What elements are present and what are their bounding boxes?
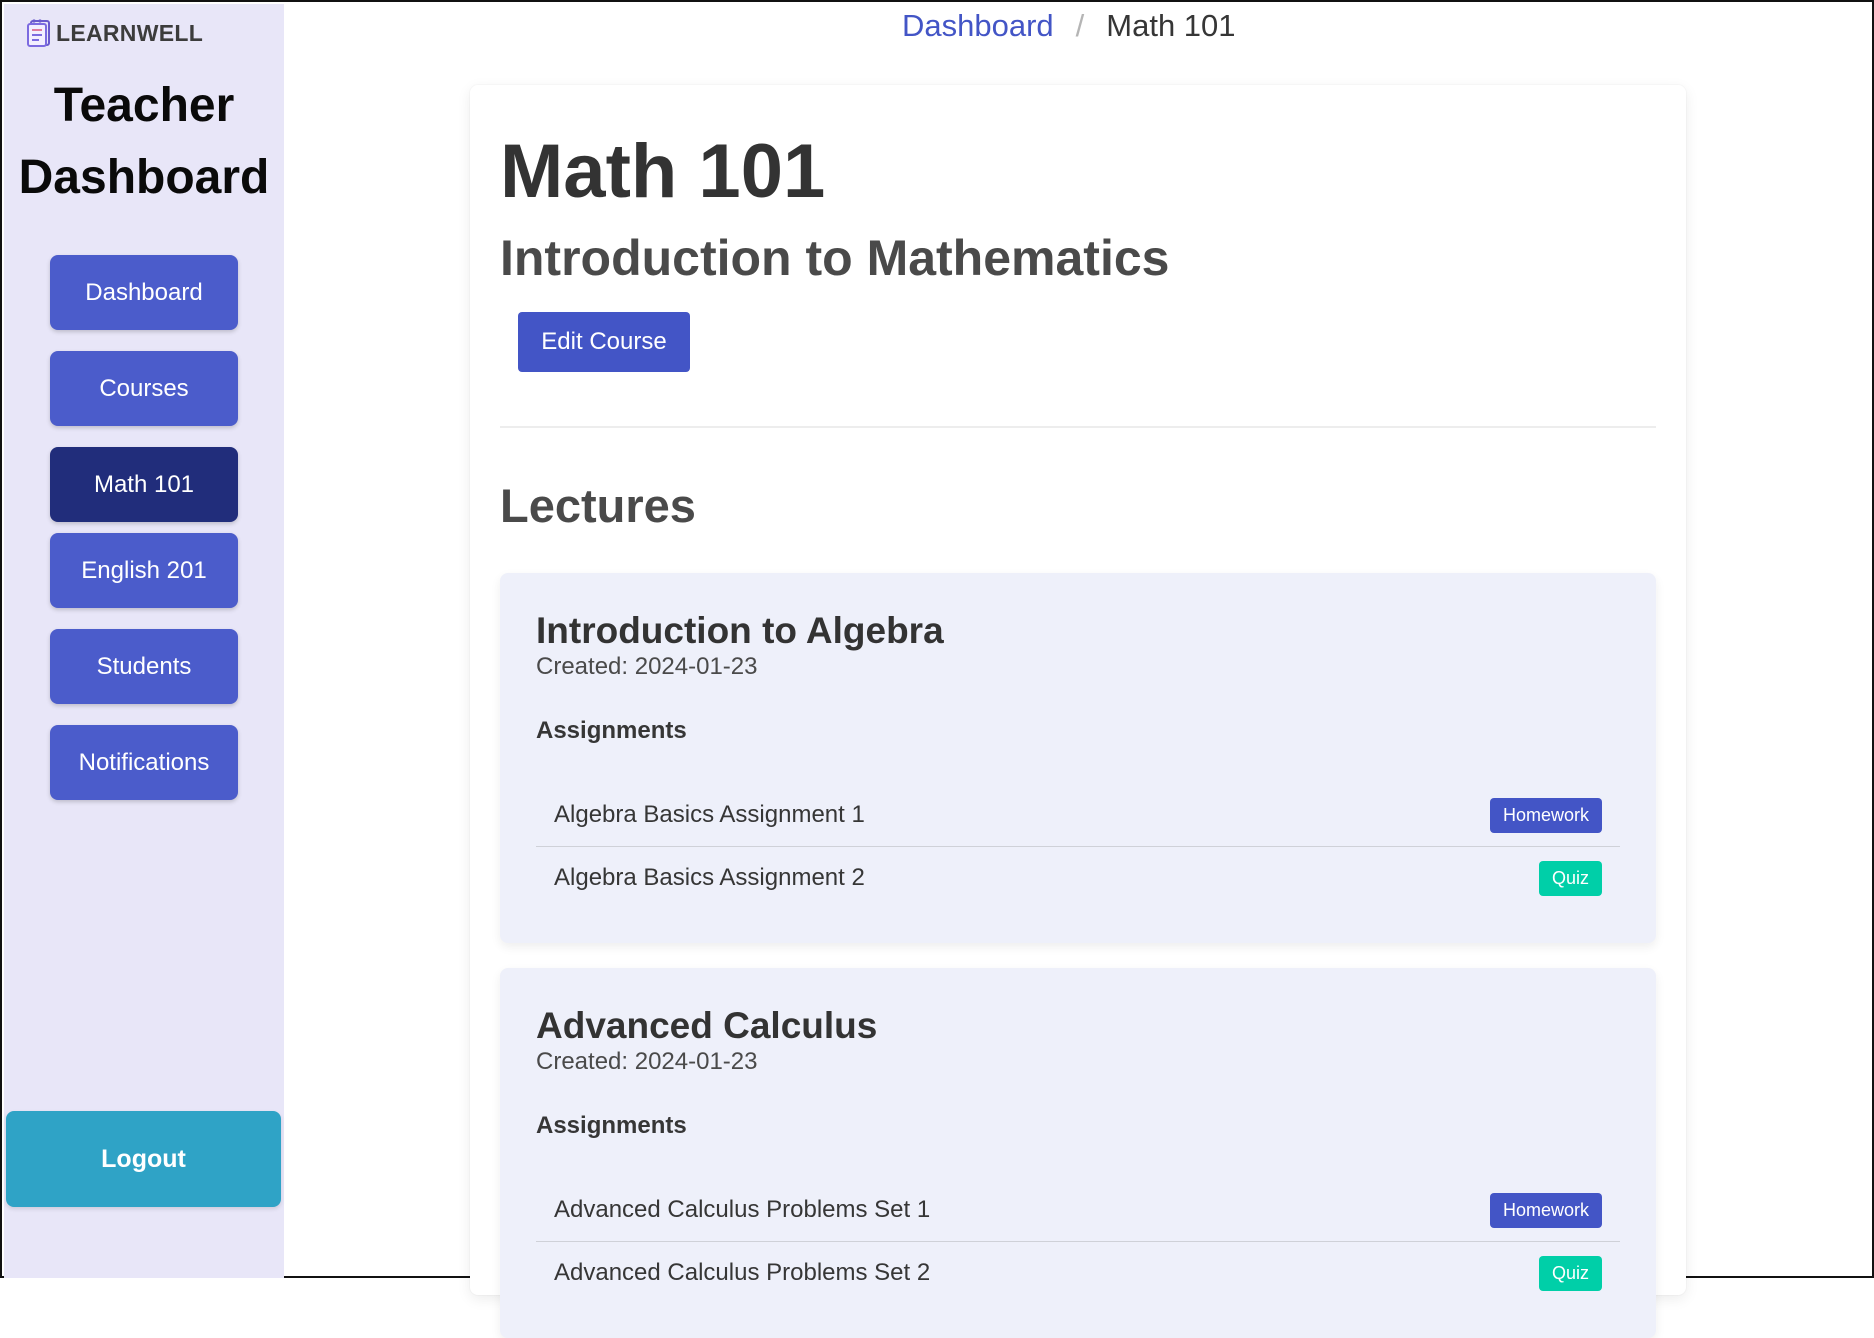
assignment-row[interactable]: Advanced Calculus Problems Set 2 Quiz	[536, 1243, 1620, 1305]
breadcrumb-separator: /	[1075, 8, 1085, 43]
notebook-icon	[26, 18, 52, 48]
page-title: Math 101	[500, 129, 826, 214]
sidebar-item-students[interactable]: Students	[50, 629, 238, 704]
assignment-row[interactable]: Algebra Basics Assignment 2 Quiz	[536, 848, 1620, 910]
assignments-heading: Assignments	[536, 1112, 687, 1139]
assignment-name[interactable]: Advanced Calculus Problems Set 1	[554, 1194, 930, 1226]
sidebar-title: Teacher Dashboard	[4, 70, 284, 214]
quiz-tag: Quiz	[1538, 1256, 1602, 1291]
logout-button[interactable]: Logout	[6, 1111, 281, 1207]
lecture-created-date: Created: 2024-01-23	[536, 653, 758, 680]
section-divider	[500, 426, 1656, 428]
lectures-heading: Lectures	[500, 479, 696, 532]
sidebar-title-line1: Teacher	[53, 79, 235, 132]
breadcrumb-current: Math 101	[1106, 8, 1236, 43]
lecture-title[interactable]: Advanced Calculus	[536, 1004, 877, 1048]
brand-logo[interactable]: LEARNWELL	[26, 18, 203, 48]
breadcrumb-link-dashboard[interactable]: Dashboard	[902, 8, 1054, 44]
assignment-name[interactable]: Algebra Basics Assignment 2	[554, 862, 865, 894]
homework-tag: Homework	[1489, 798, 1602, 833]
assignment-name[interactable]: Algebra Basics Assignment 1	[554, 799, 865, 831]
edit-course-button[interactable]: Edit Course	[518, 312, 690, 372]
sidebar-title-line2: Dashboard	[18, 151, 270, 204]
assignment-row[interactable]: Algebra Basics Assignment 1 Homework	[536, 785, 1620, 847]
assignments-heading: Assignments	[536, 717, 687, 744]
sidebar-item-notifications[interactable]: Notifications	[50, 725, 238, 800]
course-subtitle: Introduction to Mathematics	[500, 230, 1170, 286]
breadcrumb: Dashboard / Math 101	[902, 8, 1236, 44]
lecture-title[interactable]: Introduction to Algebra	[536, 609, 944, 653]
course-card: Math 101 Introduction to Mathematics Edi…	[470, 85, 1686, 1338]
app-window: LEARNWELL Teacher Dashboard Dashboard Co…	[0, 0, 1874, 1338]
lecture-card: Introduction to Algebra Created: 2024-01…	[500, 573, 1656, 943]
quiz-tag: Quiz	[1538, 861, 1602, 896]
sidebar: LEARNWELL Teacher Dashboard Dashboard Co…	[4, 4, 284, 1278]
assignment-row[interactable]: Advanced Calculus Problems Set 1 Homewor…	[536, 1180, 1620, 1242]
assignment-name[interactable]: Advanced Calculus Problems Set 2	[554, 1257, 930, 1289]
homework-tag: Homework	[1489, 1193, 1602, 1228]
lecture-card: Advanced Calculus Created: 2024-01-23 As…	[500, 968, 1656, 1338]
brand-name: LEARNWELL	[56, 19, 204, 46]
sidebar-item-math-101[interactable]: Math 101	[50, 447, 238, 522]
sidebar-item-courses[interactable]: Courses	[50, 351, 238, 426]
sidebar-item-dashboard[interactable]: Dashboard	[50, 255, 238, 330]
lecture-created-date: Created: 2024-01-23	[536, 1048, 758, 1075]
sidebar-item-english-201[interactable]: English 201	[50, 533, 238, 608]
